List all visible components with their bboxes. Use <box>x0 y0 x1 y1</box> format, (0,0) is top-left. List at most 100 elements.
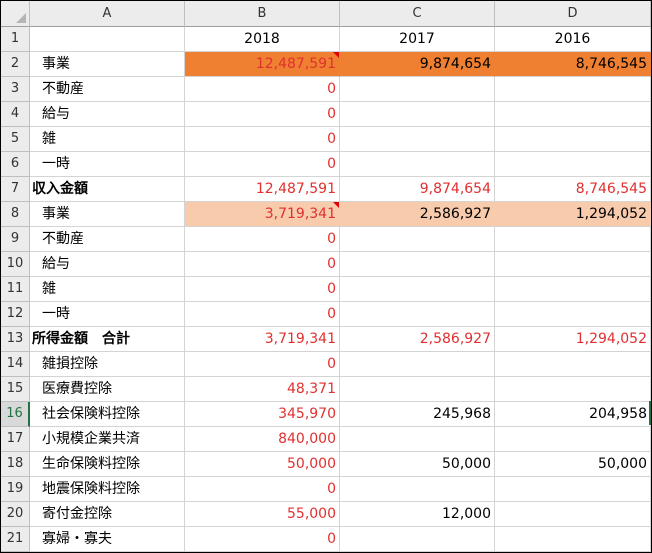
cell-a[interactable]: 不動産 <box>30 227 185 252</box>
comment-indicator-icon[interactable] <box>333 202 339 208</box>
cell-d[interactable]: 50,000 <box>495 452 651 477</box>
cell-c[interactable] <box>340 152 495 177</box>
cell-a[interactable]: 寡婦・寡夫 <box>30 527 185 552</box>
cell-c[interactable]: 9,874,654 <box>340 177 495 202</box>
cell-c[interactable]: 245,968 <box>340 402 495 427</box>
cell-d[interactable] <box>495 352 651 377</box>
cell-b[interactable]: 0 <box>185 252 340 277</box>
cell-a[interactable]: 小規模企業共済 <box>30 427 185 452</box>
cell-a[interactable]: 一時 <box>30 302 185 327</box>
cell-c[interactable] <box>340 352 495 377</box>
cell-b[interactable]: 12,487,591 <box>185 177 340 202</box>
cell-a1[interactable] <box>30 27 185 52</box>
cell-d[interactable]: 204,958 <box>495 402 651 427</box>
cell-d[interactable] <box>495 527 651 552</box>
cell-c[interactable] <box>340 427 495 452</box>
cell-b[interactable]: 12,487,591 <box>185 52 340 77</box>
row-header[interactable]: 8 <box>1 202 30 227</box>
cell-a[interactable]: 給与 <box>30 252 185 277</box>
cell-c[interactable] <box>340 302 495 327</box>
row-header[interactable]: 11 <box>1 277 30 302</box>
cell-a[interactable]: 一時 <box>30 152 185 177</box>
row-header[interactable]: 10 <box>1 252 30 277</box>
row-header[interactable]: 9 <box>1 227 30 252</box>
cell-d[interactable] <box>495 377 651 402</box>
cell-d[interactable]: 1,294,052 <box>495 327 651 352</box>
row-header[interactable]: 17 <box>1 427 30 452</box>
row-header[interactable]: 14 <box>1 352 30 377</box>
cell-a[interactable]: 寄付金控除 <box>30 502 185 527</box>
cell-b[interactable]: 0 <box>185 127 340 152</box>
cell-a[interactable]: 不動産 <box>30 77 185 102</box>
cell-a[interactable]: 社会保険料控除 <box>30 402 185 427</box>
cell-c[interactable]: 12,000 <box>340 502 495 527</box>
cell-d[interactable] <box>495 502 651 527</box>
cell-a-income-sum[interactable]: 所得金額 合計 <box>30 327 185 352</box>
cell-d[interactable] <box>495 477 651 502</box>
row-header[interactable]: 21 <box>1 527 30 552</box>
cell-a[interactable]: 生命保険料控除 <box>30 452 185 477</box>
cell-b[interactable]: 55,000 <box>185 502 340 527</box>
row-header-selected[interactable]: 16 <box>1 402 30 427</box>
cell-d[interactable] <box>495 77 651 102</box>
cell-a[interactable]: 事業 <box>30 202 185 227</box>
cell-c[interactable] <box>340 127 495 152</box>
cell-c[interactable]: 50,000 <box>340 452 495 477</box>
cell-a[interactable]: 地震保険料控除 <box>30 477 185 502</box>
cell-d[interactable]: 8,746,545 <box>495 177 651 202</box>
row-header[interactable]: 12 <box>1 302 30 327</box>
cell-d[interactable] <box>495 102 651 127</box>
row-header[interactable]: 20 <box>1 502 30 527</box>
cell-b[interactable]: 3,719,341 <box>185 327 340 352</box>
cell-c[interactable] <box>340 77 495 102</box>
column-header-c[interactable]: C <box>340 1 495 27</box>
comment-indicator-icon[interactable] <box>333 52 339 58</box>
row-header[interactable]: 3 <box>1 77 30 102</box>
cell-d[interactable]: 1,294,052 <box>495 202 651 227</box>
cell-b[interactable]: 0 <box>185 152 340 177</box>
cell-a[interactable]: 雑損控除 <box>30 352 185 377</box>
cell-a-income-total[interactable]: 収入金額 <box>30 177 185 202</box>
cell-b[interactable]: 0 <box>185 302 340 327</box>
column-header-b[interactable]: B <box>185 1 340 27</box>
row-header[interactable]: 19 <box>1 477 30 502</box>
cell-b[interactable]: 345,970 <box>185 402 340 427</box>
cell-d[interactable]: 8,746,545 <box>495 52 651 77</box>
cell-b[interactable]: 840,000 <box>185 427 340 452</box>
cell-d[interactable] <box>495 277 651 302</box>
cell-b[interactable]: 0 <box>185 527 340 552</box>
cell-b[interactable]: 0 <box>185 352 340 377</box>
cell-d[interactable] <box>495 152 651 177</box>
cell-b[interactable]: 0 <box>185 227 340 252</box>
cell-b1-year[interactable]: 2018 <box>185 27 340 52</box>
row-header[interactable]: 4 <box>1 102 30 127</box>
cell-c[interactable] <box>340 252 495 277</box>
cell-a[interactable]: 雑 <box>30 277 185 302</box>
row-header[interactable]: 2 <box>1 52 30 77</box>
cell-c[interactable] <box>340 227 495 252</box>
row-header[interactable]: 6 <box>1 152 30 177</box>
cell-b[interactable]: 0 <box>185 102 340 127</box>
cell-c[interactable]: 2,586,927 <box>340 327 495 352</box>
cell-b[interactable]: 3,719,341 <box>185 202 340 227</box>
spreadsheet-grid[interactable]: A B C D 1 2018 2017 2016 2 事業 12,487,591… <box>0 0 652 553</box>
row-header[interactable]: 5 <box>1 127 30 152</box>
cell-d[interactable] <box>495 302 651 327</box>
cell-b[interactable]: 0 <box>185 277 340 302</box>
cell-a[interactable]: 給与 <box>30 102 185 127</box>
cell-d[interactable] <box>495 227 651 252</box>
column-header-a[interactable]: A <box>30 1 185 27</box>
cell-c[interactable]: 2,586,927 <box>340 202 495 227</box>
cell-d1-year[interactable]: 2016 <box>495 27 651 52</box>
cell-d[interactable] <box>495 252 651 277</box>
cell-b[interactable]: 0 <box>185 477 340 502</box>
cell-a[interactable]: 事業 <box>30 52 185 77</box>
cell-b[interactable]: 0 <box>185 77 340 102</box>
cell-c[interactable]: 9,874,654 <box>340 52 495 77</box>
row-header[interactable]: 13 <box>1 327 30 352</box>
row-header[interactable]: 15 <box>1 377 30 402</box>
row-header[interactable]: 1 <box>1 27 30 52</box>
cell-a[interactable]: 雑 <box>30 127 185 152</box>
row-header[interactable]: 18 <box>1 452 30 477</box>
cell-c[interactable] <box>340 477 495 502</box>
